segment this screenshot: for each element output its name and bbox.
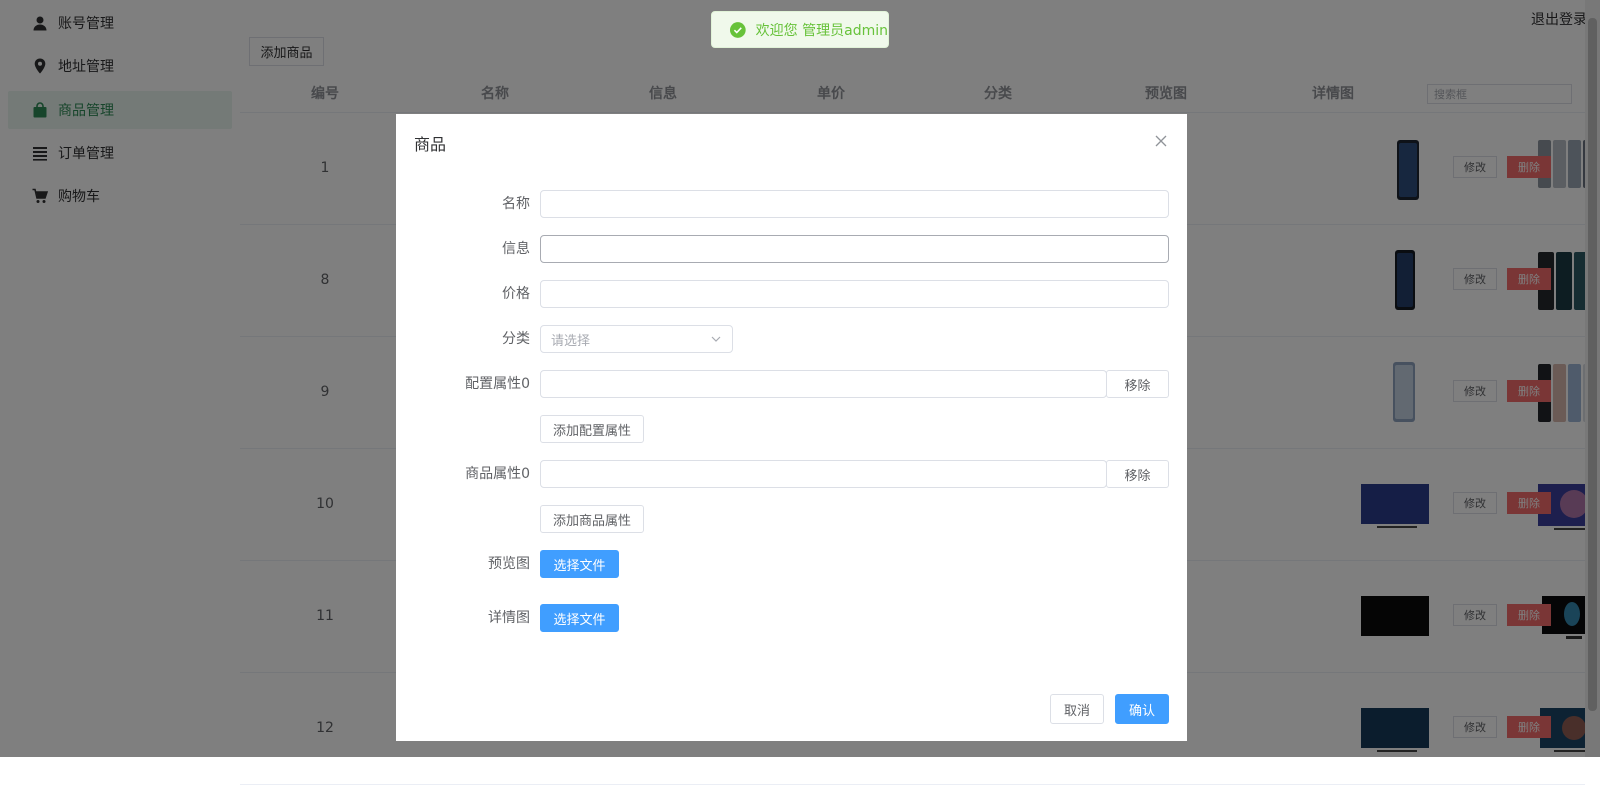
- dialog-title: 商品: [414, 135, 447, 154]
- choose-preview-file-button[interactable]: 选择文件: [540, 550, 619, 578]
- category-placeholder: 请选择: [551, 333, 591, 349]
- name-label: 名称: [502, 196, 530, 212]
- price-input[interactable]: [540, 280, 1169, 308]
- info-label: 信息: [502, 241, 530, 257]
- product-dialog: 商品 名称 信息 价格 分类 请选择 配置属性0 移除 添加配置属性 商品属性0…: [396, 114, 1187, 741]
- remove-product-attr-button[interactable]: 移除: [1106, 460, 1169, 488]
- info-input[interactable]: [540, 235, 1169, 263]
- add-config-attr-button[interactable]: 添加配置属性: [540, 415, 644, 443]
- price-label: 价格: [502, 286, 530, 302]
- config-attr-label: 配置属性0: [465, 376, 530, 392]
- detail-image-label: 详情图: [488, 610, 530, 626]
- product-attr-label: 商品属性0: [465, 466, 530, 482]
- success-check-icon: [730, 21, 746, 38]
- preview-image-label: 预览图: [488, 556, 530, 572]
- name-input[interactable]: [540, 190, 1169, 218]
- chevron-down-icon: [711, 336, 721, 342]
- toast-message: 欢迎您 管理员admin: [755, 22, 888, 39]
- choose-detail-file-button[interactable]: 选择文件: [540, 604, 619, 632]
- confirm-button[interactable]: 确认: [1115, 694, 1169, 724]
- welcome-toast: 欢迎您 管理员admin: [711, 11, 889, 48]
- config-attr-input[interactable]: [540, 370, 1107, 398]
- category-label: 分类: [502, 331, 530, 347]
- product-attr-input[interactable]: [540, 460, 1107, 488]
- close-icon: [1155, 135, 1167, 147]
- remove-config-attr-button[interactable]: 移除: [1106, 370, 1169, 398]
- category-select[interactable]: 请选择: [540, 325, 733, 353]
- cancel-button[interactable]: 取消: [1050, 694, 1104, 724]
- add-product-attr-button[interactable]: 添加商品属性: [540, 505, 644, 533]
- close-button[interactable]: [1154, 134, 1168, 148]
